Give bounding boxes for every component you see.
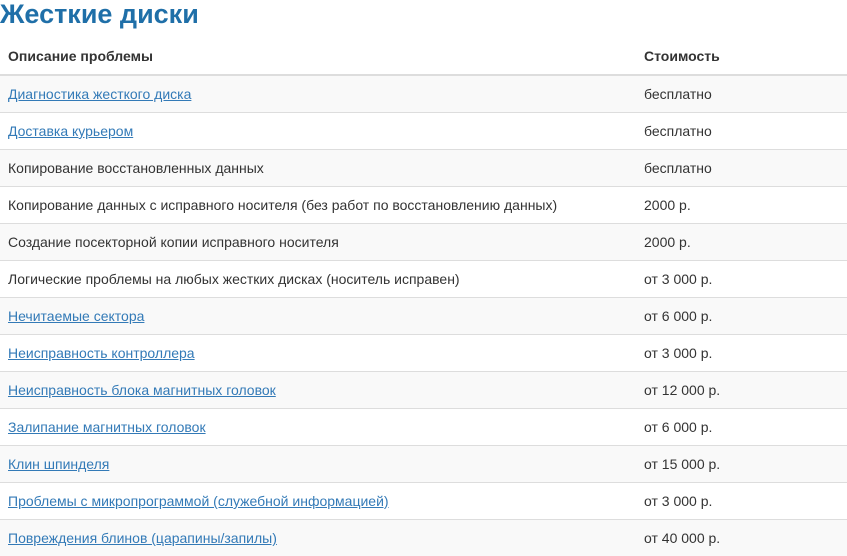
service-label: Копирование данных с исправного носителя… bbox=[8, 197, 558, 213]
table-row: Копирование восстановленных данных беспла… bbox=[0, 149, 847, 187]
row-price-cell: от 12 000 р. bbox=[636, 371, 847, 409]
service-label: Создание посекторной копии исправного но… bbox=[8, 234, 339, 250]
table-row: Создание посекторной копии исправного но… bbox=[0, 223, 847, 261]
row-price-cell: от 3 000 р. bbox=[636, 482, 847, 520]
table-row: Клин шпинделя от 15 000 р. bbox=[0, 445, 847, 483]
table-row: Нечитаемые сектора от 6 000 р. bbox=[0, 297, 847, 335]
row-description-cell: Неисправность блока магнитных головок bbox=[0, 371, 636, 409]
service-link[interactable]: Диагностика жесткого диска bbox=[8, 86, 191, 102]
service-link[interactable]: Неисправность блока магнитных головок bbox=[8, 382, 276, 398]
row-description-cell: Проблемы с микропрограммой (служебной ин… bbox=[0, 482, 636, 520]
table-header-row: Описание проблемы Стоимость bbox=[0, 38, 847, 76]
row-description-cell: Неисправность контроллера bbox=[0, 334, 636, 372]
page-title: Жесткие диски bbox=[0, 0, 199, 29]
row-description-cell: Копирование данных с исправного носителя… bbox=[0, 186, 636, 224]
row-price-cell: от 15 000 р. bbox=[636, 445, 847, 483]
row-price-cell: бесплатно bbox=[636, 149, 847, 187]
table-body: Диагностика жесткого диска бесплатно Доста… bbox=[0, 74, 847, 556]
table-row: Логические проблемы на любых жестких дис… bbox=[0, 260, 847, 298]
row-price-cell: бесплатно bbox=[636, 112, 847, 150]
service-label: Копирование восстановленных данных bbox=[8, 160, 264, 176]
row-description-cell: Создание посекторной копии исправного но… bbox=[0, 223, 636, 261]
table-row: Неисправность контроллера от 3 000 р. bbox=[0, 334, 847, 372]
row-price-cell: бесплатно bbox=[636, 74, 847, 113]
column-header-description: Описание проблемы bbox=[0, 38, 636, 76]
service-link[interactable]: Доставка курьером bbox=[8, 123, 133, 139]
row-price-cell: от 40 000 р. bbox=[636, 519, 847, 556]
service-link[interactable]: Залипание магнитных головок bbox=[8, 419, 206, 435]
row-description-cell: Доставка курьером bbox=[0, 112, 636, 150]
row-price-cell: от 6 000 р. bbox=[636, 408, 847, 446]
row-price-cell: от 3 000 р. bbox=[636, 334, 847, 372]
table-row: Повреждения блинов (царапины/запилы) от 4… bbox=[0, 519, 847, 556]
service-link[interactable]: Проблемы с микропрограммой (служебной ин… bbox=[8, 493, 389, 509]
table-row: Доставка курьером бесплатно bbox=[0, 112, 847, 150]
service-link[interactable]: Повреждения блинов (царапины/запилы) bbox=[8, 530, 277, 546]
row-price-cell: 2000 р. bbox=[636, 186, 847, 224]
row-price-cell: 2000 р. bbox=[636, 223, 847, 261]
row-description-cell: Залипание магнитных головок bbox=[0, 408, 636, 446]
row-description-cell: Диагностика жесткого диска bbox=[0, 74, 636, 113]
table-row: Неисправность блока магнитных головок от … bbox=[0, 371, 847, 409]
row-description-cell: Нечитаемые сектора bbox=[0, 297, 636, 335]
row-description-cell: Клин шпинделя bbox=[0, 445, 636, 483]
row-description-cell: Логические проблемы на любых жестких дис… bbox=[0, 260, 636, 298]
row-price-cell: от 3 000 р. bbox=[636, 260, 847, 298]
table-row: Залипание магнитных головок от 6 000 р. bbox=[0, 408, 847, 446]
service-link[interactable]: Нечитаемые сектора bbox=[8, 308, 144, 324]
row-description-cell: Копирование восстановленных данных bbox=[0, 149, 636, 187]
table-row: Диагностика жесткого диска бесплатно bbox=[0, 74, 847, 113]
service-label: Логические проблемы на любых жестких дис… bbox=[8, 271, 460, 287]
table-row: Копирование данных с исправного носителя… bbox=[0, 186, 847, 224]
column-header-price: Стоимость bbox=[636, 38, 847, 76]
row-price-cell: от 6 000 р. bbox=[636, 297, 847, 335]
row-description-cell: Повреждения блинов (царапины/запилы) bbox=[0, 519, 636, 556]
service-link[interactable]: Клин шпинделя bbox=[8, 456, 109, 472]
table-row: Проблемы с микропрограммой (служебной ин… bbox=[0, 482, 847, 520]
service-link[interactable]: Неисправность контроллера bbox=[8, 345, 195, 361]
price-table: Описание проблемы Стоимость Диагностика … bbox=[0, 38, 847, 556]
